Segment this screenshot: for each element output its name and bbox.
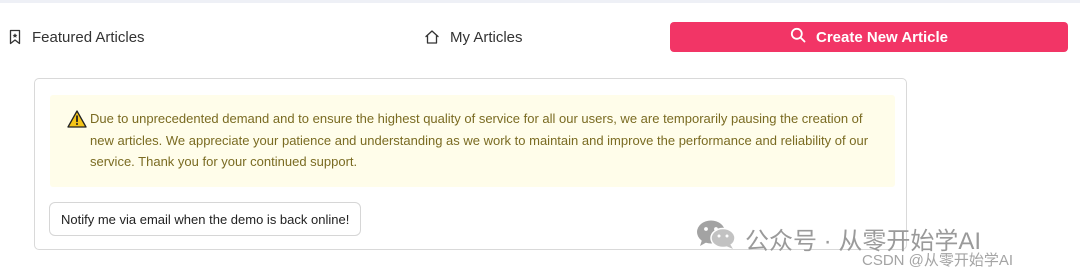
featured-articles-tab[interactable]: Featured Articles	[8, 22, 145, 52]
notify-email-button[interactable]: Notify me via email when the demo is bac…	[49, 202, 362, 236]
warning-icon	[67, 110, 87, 133]
warning-notice: Due to unprecedented demand and to ensur…	[50, 95, 895, 187]
my-articles-tab[interactable]: My Articles	[424, 22, 523, 52]
csdn-watermark: CSDN @从零开始学AI	[862, 252, 1014, 269]
my-articles-label: My Articles	[450, 28, 523, 46]
wechat-icon	[695, 218, 737, 259]
home-icon	[424, 29, 440, 45]
create-new-article-button[interactable]: Create New Article	[670, 22, 1068, 52]
notice-text: Due to unprecedented demand and to ensur…	[90, 111, 869, 169]
featured-articles-label: Featured Articles	[32, 28, 145, 46]
bookmark-icon	[8, 29, 22, 45]
create-new-article-label: Create New Article	[816, 28, 948, 46]
top-divider	[0, 0, 1080, 3]
search-icon	[790, 27, 806, 47]
